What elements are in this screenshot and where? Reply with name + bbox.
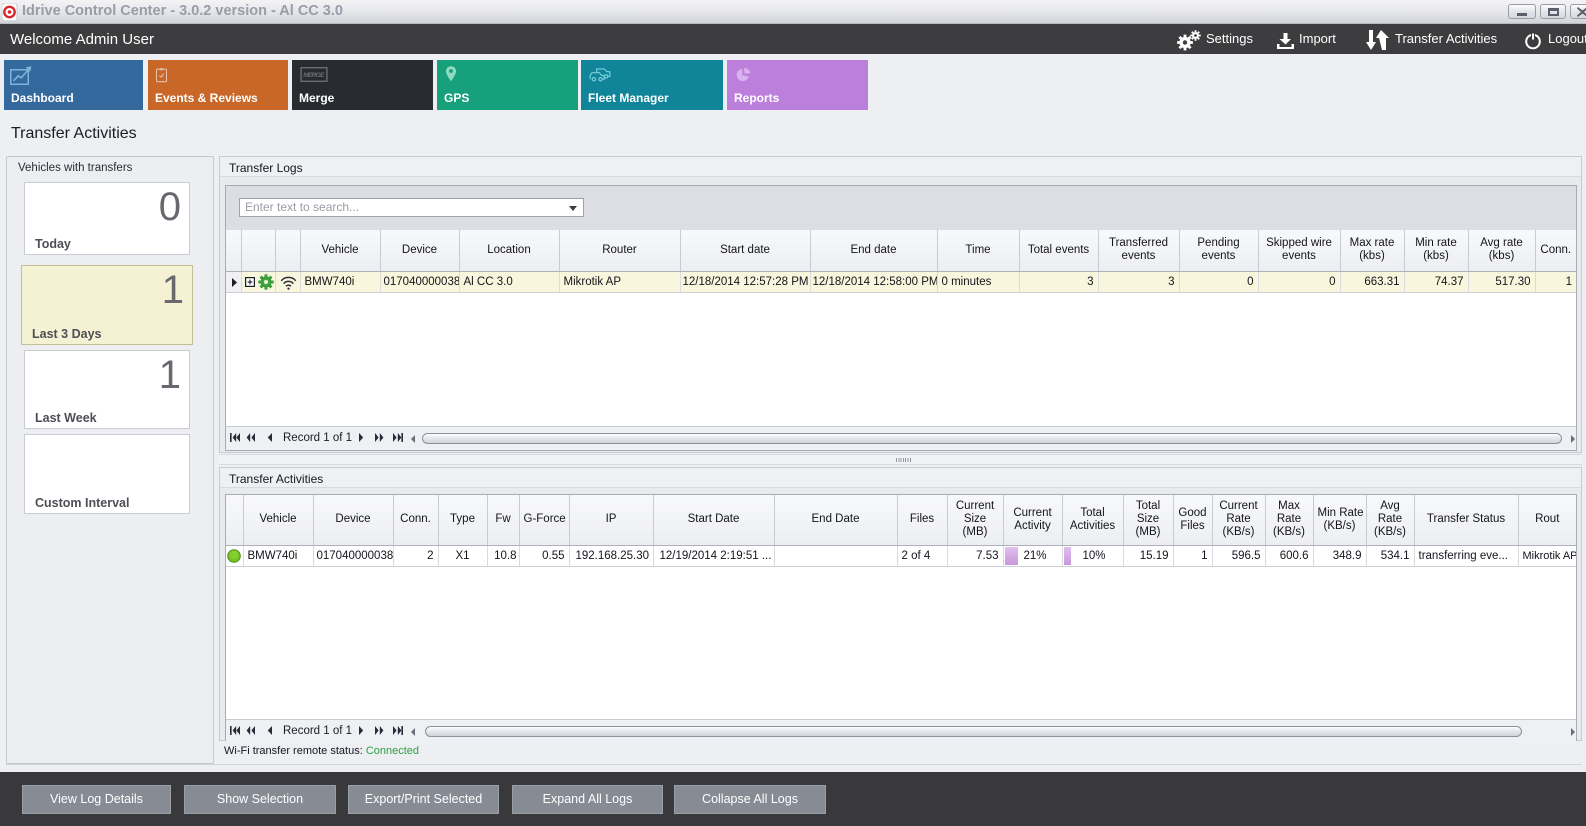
svg-text:MERGE: MERGE — [303, 72, 325, 79]
